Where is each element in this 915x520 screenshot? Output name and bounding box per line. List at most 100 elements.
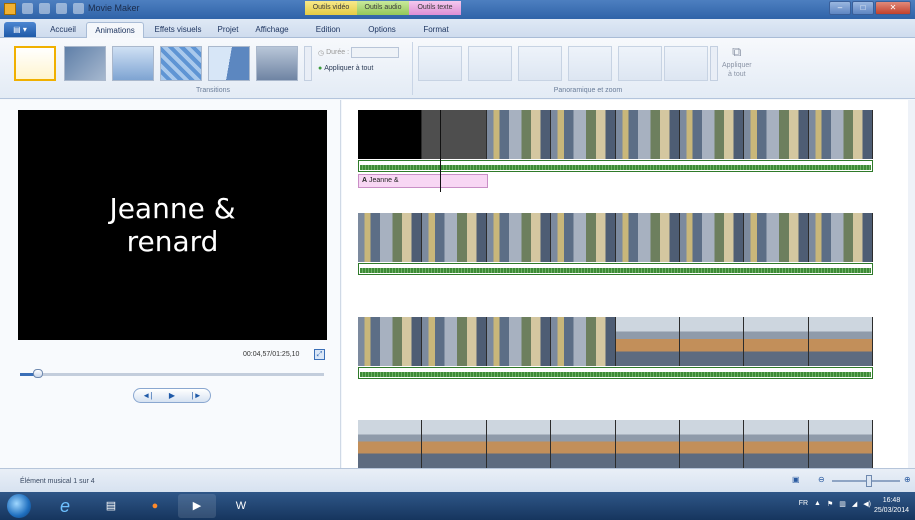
panzoom-effect-4[interactable] [618, 46, 662, 81]
transition-flip[interactable] [208, 46, 250, 81]
app-icon[interactable] [4, 3, 16, 15]
tab-affichage[interactable]: Affichage [250, 22, 294, 38]
duration-dropdown[interactable] [351, 47, 400, 58]
storyboard-scrollbar[interactable] [908, 100, 915, 468]
clip-frame[interactable] [422, 213, 487, 262]
clip-frame[interactable] [422, 110, 487, 159]
zoom-in-icon[interactable]: ⊕ [904, 475, 911, 484]
clip-frame[interactable] [422, 420, 487, 468]
panzoom-effect-2[interactable] [518, 46, 562, 81]
network-icon[interactable]: ▥ [839, 500, 846, 508]
tab-format[interactable]: Format [414, 22, 458, 38]
playhead[interactable] [440, 110, 441, 192]
customize-qat-icon[interactable] [73, 3, 84, 14]
clip-frame[interactable] [486, 110, 552, 159]
panzoom-effect-5[interactable] [664, 46, 708, 81]
clip-frame[interactable] [358, 420, 423, 468]
clip-frame[interactable] [808, 420, 873, 468]
play-icon[interactable]: ▶ [169, 391, 175, 400]
tab-animations[interactable]: Animations [86, 22, 144, 38]
internet-explorer-icon[interactable]: e [46, 494, 84, 518]
media-player-icon[interactable]: ● [136, 494, 174, 518]
clip-frame[interactable] [679, 213, 745, 262]
movie-maker-taskbar-icon[interactable]: ▶ [178, 494, 216, 518]
transitions-gallery-scroll[interactable] [304, 46, 312, 81]
clock[interactable]: 16:48 25/03/2014 [874, 496, 909, 516]
clip-frame[interactable] [486, 420, 552, 468]
clip-frame[interactable] [615, 110, 680, 159]
clip-frame[interactable] [551, 317, 616, 366]
tab-projet[interactable]: Projet [212, 22, 244, 38]
zoom-slider-thumb[interactable] [866, 475, 873, 487]
clip-frame[interactable] [551, 213, 616, 262]
redo-icon[interactable] [56, 3, 67, 14]
tab-edition[interactable]: Edition [306, 22, 350, 38]
transition-crossfade[interactable] [64, 46, 106, 81]
undo-icon[interactable] [39, 3, 50, 14]
panzoom-none[interactable] [418, 46, 462, 81]
video-preview[interactable]: Jeanne & renard [18, 110, 327, 340]
audio-track-1[interactable] [358, 160, 873, 172]
signal-icon[interactable]: ◢ [852, 500, 857, 508]
panzoom-gallery-scroll[interactable] [710, 46, 718, 81]
clip-frame[interactable] [486, 317, 552, 366]
apply-all-panzoom-button[interactable]: ⧉ Appliquer à tout [722, 44, 752, 78]
tab-effets-visuels[interactable]: Effets visuels [148, 22, 208, 38]
clip-row-1[interactable] [358, 110, 873, 159]
caption-clip[interactable]: A Jeanne & [358, 174, 488, 188]
clip-frame[interactable] [744, 420, 809, 468]
clip-frame[interactable] [808, 213, 873, 262]
minimize-button[interactable]: – [829, 1, 851, 15]
zoom-out-icon[interactable]: ⊖ [818, 475, 825, 484]
clip-frame[interactable] [358, 213, 423, 262]
clip-frame[interactable] [358, 317, 423, 366]
tab-options[interactable]: Options [360, 22, 404, 38]
close-button[interactable]: ✕ [875, 1, 911, 15]
transition-none[interactable] [14, 46, 56, 81]
next-frame-icon[interactable]: |► [192, 391, 202, 400]
audio-track-3[interactable] [358, 367, 873, 379]
clip-frame[interactable] [744, 317, 809, 366]
transition-dissolve[interactable] [160, 46, 202, 81]
clip-frame[interactable] [358, 110, 423, 159]
zoom-slider[interactable] [832, 475, 900, 487]
clip-frame[interactable] [486, 213, 552, 262]
panzoom-effect-1[interactable] [468, 46, 512, 81]
transition-sweep[interactable] [256, 46, 298, 81]
fullscreen-icon[interactable]: ⤢ [314, 349, 325, 360]
clip-frame[interactable] [422, 317, 487, 366]
clip-frame[interactable] [679, 317, 745, 366]
clip-frame[interactable] [615, 420, 680, 468]
clip-row-4[interactable] [358, 420, 873, 468]
previous-frame-icon[interactable]: ◄| [142, 391, 152, 400]
clip-frame[interactable] [679, 420, 745, 468]
save-icon[interactable] [22, 3, 33, 14]
clip-frame[interactable] [551, 420, 616, 468]
tray-arrow-icon[interactable]: ▲ [814, 500, 821, 508]
language-indicator[interactable]: FR [799, 500, 808, 508]
thumbnail-size-icon[interactable]: ▣ [792, 475, 800, 484]
transition-zoom[interactable] [112, 46, 154, 81]
panzoom-effect-3[interactable] [568, 46, 612, 81]
start-button[interactable] [7, 494, 31, 518]
apply-all-transitions-button[interactable]: ● Appliquer à tout [318, 65, 373, 72]
word-icon[interactable]: W [222, 494, 260, 518]
flag-icon[interactable]: ⚑ [827, 500, 833, 508]
volume-icon[interactable]: ◀) [863, 500, 871, 508]
clip-frame[interactable] [551, 110, 616, 159]
audio-track-2[interactable] [358, 263, 873, 275]
tab-accueil[interactable]: Accueil [44, 22, 82, 38]
clip-frame[interactable] [808, 317, 873, 366]
clip-frame[interactable] [808, 110, 873, 159]
clip-frame[interactable] [615, 213, 680, 262]
clip-frame[interactable] [744, 213, 809, 262]
clip-frame[interactable] [615, 317, 680, 366]
file-explorer-icon[interactable]: ▤ [92, 494, 130, 518]
clip-frame[interactable] [679, 110, 745, 159]
seek-thumb[interactable] [33, 369, 44, 378]
clip-row-2[interactable] [358, 213, 873, 262]
file-menu-button[interactable]: ▤ ▾ [4, 22, 36, 37]
clip-row-3[interactable] [358, 317, 873, 366]
seek-bar[interactable] [20, 369, 324, 378]
maximize-button[interactable]: □ [852, 1, 874, 15]
